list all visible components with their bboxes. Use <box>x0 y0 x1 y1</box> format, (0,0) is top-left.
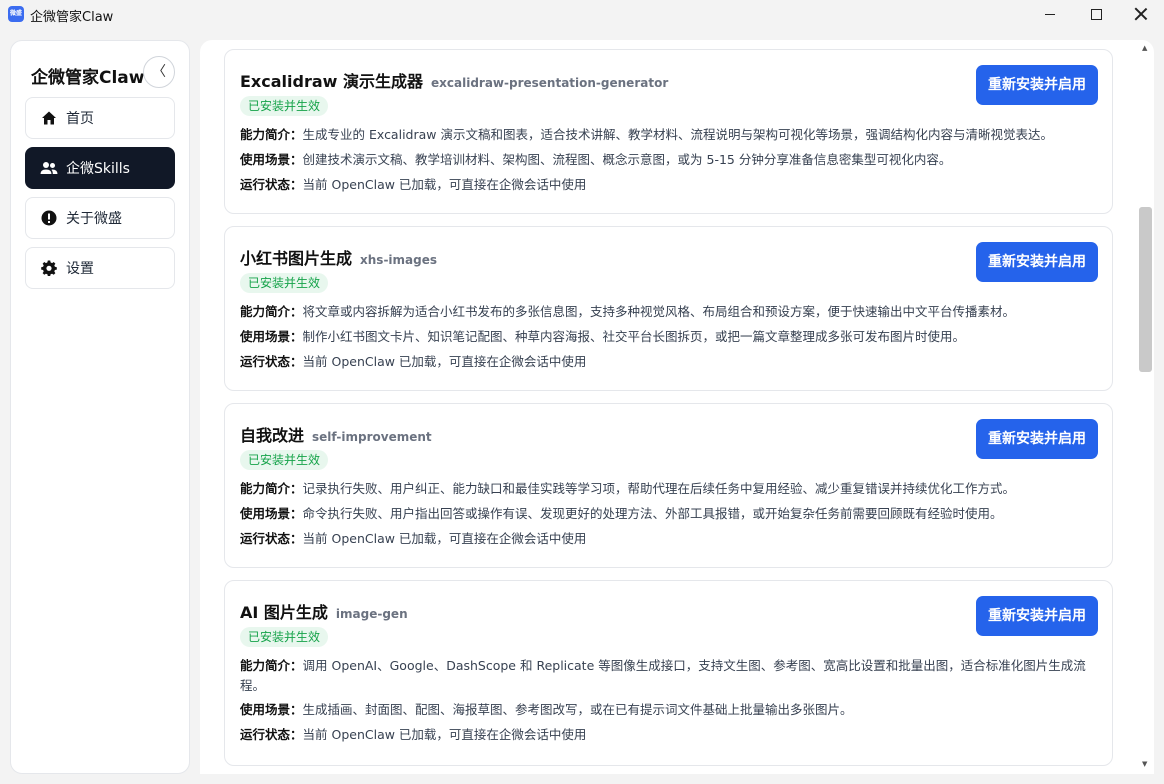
scene-text: 制作小红书图文卡片、知识笔记配图、种草内容海报、社交平台长图拆页，或把一篇文章整… <box>302 329 966 344</box>
skill-card: AI 图片生成 image-gen 已安装并生效 重新安装并启用 能力简介：调用 … <box>224 580 1113 766</box>
sidebar-item-label: 企微Skills <box>66 161 130 177</box>
info-icon <box>40 209 58 227</box>
status-text: 当前 OpenClaw 已加载，可直接在企微会话中使用 <box>302 531 587 546</box>
maximize-icon <box>1090 8 1102 20</box>
skill-slug: excalidraw-presentation-generator <box>431 76 669 90</box>
gear-icon <box>40 259 58 277</box>
skill-title-text: Excalidraw 演示生成器 <box>240 72 423 91</box>
maximize-button[interactable] <box>1073 0 1119 28</box>
status-badge: 已安装并生效 <box>240 627 329 647</box>
scroll-down-arrow-icon[interactable]: ▼ <box>1142 760 1147 768</box>
ability-label: 能力简介： <box>240 481 303 496</box>
ability-row: 能力简介：将文章或内容拆解为适合小红书发布的多张信息图，支持多种视觉风格、布局组… <box>240 302 1100 322</box>
scene-row: 使用场景：创建技术演示文稿、教学培训材料、架构图、流程图、概念示意图，或为 5-… <box>240 150 1100 170</box>
scene-label: 使用场景： <box>240 702 303 717</box>
scene-row: 使用场景：生成插画、封面图、配图、海报草图、参考图改写，或在已有提示词文件基础上… <box>240 700 1100 720</box>
skill-slug: xhs-images <box>360 253 438 267</box>
scene-text: 生成插画、封面图、配图、海报草图、参考图改写，或在已有提示词文件基础上批量输出多… <box>302 702 853 717</box>
ability-text: 生成专业的 Excalidraw 演示文稿和图表，适合技术讲解、教学材料、流程说… <box>302 127 1053 142</box>
sidebar-item-skills[interactable]: 企微Skills <box>25 147 175 189</box>
status-text: 当前 OpenClaw 已加载，可直接在企微会话中使用 <box>302 354 587 369</box>
scroll-up-arrow-icon[interactable]: ▲ <box>1142 44 1147 52</box>
scene-label: 使用场景： <box>240 506 303 521</box>
skill-title-text: 自我改进 <box>240 426 305 445</box>
scene-label: 使用场景： <box>240 329 303 344</box>
ability-row: 能力简介：调用 OpenAI、Google、DashScope 和 Replic… <box>240 656 1100 696</box>
app-logo-icon: 微盛 <box>8 6 24 22</box>
skill-card: 自我改进 self-improvement 已安装并生效 重新安装并启用 能力简介… <box>224 403 1113 568</box>
brand-title: 企微管家Claw <box>31 68 145 88</box>
status-text: 当前 OpenClaw 已加载，可直接在企微会话中使用 <box>302 727 587 742</box>
status-badge: 已安装并生效 <box>240 96 329 116</box>
ability-label: 能力简介： <box>240 658 303 673</box>
ability-row: 能力简介：记录执行失败、用户纠正、能力缺口和最佳实践等学习项，帮助代理在后续任务… <box>240 479 1100 499</box>
status-badge: 已安装并生效 <box>240 273 329 293</box>
close-button[interactable] <box>1118 0 1164 28</box>
status-label: 运行状态： <box>240 531 303 546</box>
sidebar-item-about[interactable]: 关于微盛 <box>25 197 175 239</box>
skill-title: Excalidraw 演示生成器 excalidraw-presentation-… <box>240 68 668 92</box>
skills-list-panel: Excalidraw 演示生成器 excalidraw-presentation-… <box>200 40 1154 774</box>
skill-card: 小红书图片生成 xhs-images 已安装并生效 重新安装并启用 能力简介：将文… <box>224 226 1113 391</box>
reinstall-enable-button[interactable]: 重新安装并启用 <box>976 242 1098 282</box>
status-badge: 已安装并生效 <box>240 450 329 470</box>
status-row: 运行状态：当前 OpenClaw 已加载，可直接在企微会话中使用 <box>240 529 1100 549</box>
sidebar: 企微管家Claw 〈 首页 企微Skills 关于微盛 设置 <box>10 40 190 774</box>
scene-label: 使用场景： <box>240 152 303 167</box>
close-icon <box>1134 7 1148 21</box>
minimize-icon <box>1045 13 1055 15</box>
ability-row: 能力简介：生成专业的 Excalidraw 演示文稿和图表，适合技术讲解、教学材… <box>240 125 1100 145</box>
skill-slug: self-improvement <box>312 430 432 444</box>
skill-title: 小红书图片生成 xhs-images <box>240 245 437 269</box>
status-text: 当前 OpenClaw 已加载，可直接在企微会话中使用 <box>302 177 587 192</box>
home-icon <box>40 109 58 127</box>
reinstall-enable-button[interactable]: 重新安装并启用 <box>976 596 1098 636</box>
window-title: 企微管家Claw <box>30 10 114 25</box>
skill-title: AI 图片生成 image-gen <box>240 599 408 623</box>
ability-label: 能力简介： <box>240 127 303 142</box>
collapse-sidebar-button[interactable]: 〈 <box>143 56 175 88</box>
sidebar-item-home[interactable]: 首页 <box>25 97 175 139</box>
status-row: 运行状态：当前 OpenClaw 已加载，可直接在企微会话中使用 <box>240 175 1100 195</box>
title-bar: 微盛 企微管家Claw <box>0 0 1164 28</box>
sidebar-item-label: 首页 <box>66 111 94 127</box>
scrollbar-thumb[interactable] <box>1139 207 1152 372</box>
skill-title-text: AI 图片生成 <box>240 603 328 622</box>
minimize-button[interactable] <box>1027 0 1073 28</box>
status-row: 运行状态：当前 OpenClaw 已加载，可直接在企微会话中使用 <box>240 725 1100 745</box>
reinstall-enable-button[interactable]: 重新安装并启用 <box>976 419 1098 459</box>
status-row: 运行状态：当前 OpenClaw 已加载，可直接在企微会话中使用 <box>240 352 1100 372</box>
scene-row: 使用场景：制作小红书图文卡片、知识笔记配图、种草内容海报、社交平台长图拆页，或把… <box>240 327 1100 347</box>
users-icon <box>40 159 58 177</box>
skill-title-text: 小红书图片生成 <box>240 249 353 268</box>
status-label: 运行状态： <box>240 727 303 742</box>
skill-title: 自我改进 self-improvement <box>240 422 432 446</box>
status-label: 运行状态： <box>240 354 303 369</box>
scene-row: 使用场景：命令执行失败、用户指出回答或操作有误、发现更好的处理方法、外部工具报错… <box>240 504 1100 524</box>
sidebar-item-settings[interactable]: 设置 <box>25 247 175 289</box>
scene-text: 命令执行失败、用户指出回答或操作有误、发现更好的处理方法、外部工具报错，或开始复… <box>302 506 1003 521</box>
status-label: 运行状态： <box>240 177 303 192</box>
scene-text: 创建技术演示文稿、教学培训材料、架构图、流程图、概念示意图，或为 5-15 分钟… <box>302 152 952 167</box>
vertical-scrollbar[interactable]: ▲ ▼ <box>1138 40 1154 774</box>
reinstall-enable-button[interactable]: 重新安装并启用 <box>976 65 1098 105</box>
ability-label: 能力简介： <box>240 304 303 319</box>
sidebar-item-label: 关于微盛 <box>66 211 122 227</box>
skill-card: Excalidraw 演示生成器 excalidraw-presentation-… <box>224 49 1113 214</box>
skill-slug: image-gen <box>335 607 408 621</box>
ability-text: 调用 OpenAI、Google、DashScope 和 Replicate 等… <box>240 658 1086 693</box>
ability-text: 记录执行失败、用户纠正、能力缺口和最佳实践等学习项，帮助代理在后续任务中复用经验… <box>302 481 1016 496</box>
sidebar-item-label: 设置 <box>66 261 94 277</box>
ability-text: 将文章或内容拆解为适合小红书发布的多张信息图，支持多种视觉风格、布局组合和预设方… <box>302 304 1016 319</box>
